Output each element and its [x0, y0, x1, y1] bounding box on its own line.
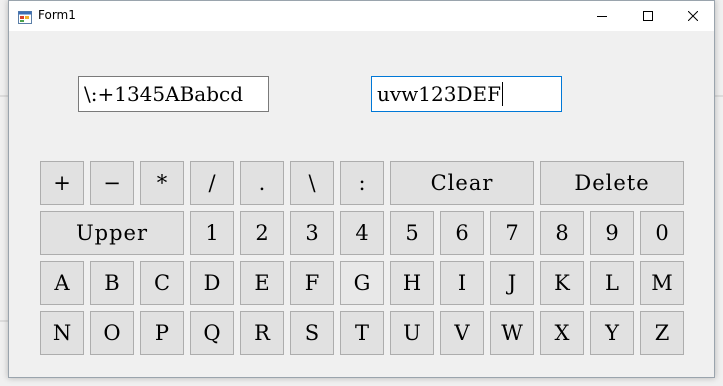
letter-h-key[interactable]: H: [390, 261, 434, 305]
dot-key[interactable]: .: [240, 161, 284, 205]
letter-p-key[interactable]: P: [140, 311, 184, 355]
minimize-icon: [597, 16, 607, 17]
letter-r-key[interactable]: R: [240, 311, 284, 355]
digit-8-key[interactable]: 8: [540, 211, 584, 255]
letter-j-key[interactable]: J: [490, 261, 534, 305]
letter-d-key[interactable]: D: [190, 261, 234, 305]
left-textbox[interactable]: \:+1345ABabcd: [78, 76, 269, 112]
plus-key[interactable]: +: [40, 161, 84, 205]
close-icon: [688, 11, 698, 21]
letter-l-key[interactable]: L: [590, 261, 634, 305]
text-caret: [501, 81, 503, 106]
background-strip: [715, 95, 723, 97]
left-textbox-value: \:+1345ABabcd: [84, 82, 244, 106]
right-textbox[interactable]: uvw123DEF: [371, 76, 562, 112]
window-title: Form1: [38, 8, 76, 22]
clear-button[interactable]: Clear: [390, 161, 534, 205]
letter-n-key[interactable]: N: [40, 311, 84, 355]
background-strip: [0, 320, 8, 322]
form-client-area: \:+1345ABabcd uvw123DEF + − * / . \ : Cl…: [9, 31, 714, 377]
letter-w-key[interactable]: W: [490, 311, 534, 355]
minus-key[interactable]: −: [90, 161, 134, 205]
colon-key[interactable]: :: [340, 161, 384, 205]
digit-4-key[interactable]: 4: [340, 211, 384, 255]
maximize-icon: [643, 11, 653, 21]
digit-7-key[interactable]: 7: [490, 211, 534, 255]
letter-t-key[interactable]: T: [340, 311, 384, 355]
digit-0-key[interactable]: 0: [640, 211, 684, 255]
background-strip: [0, 95, 8, 97]
title-bar[interactable]: Form1: [9, 1, 714, 31]
letter-c-key[interactable]: C: [140, 261, 184, 305]
minimize-button[interactable]: [579, 1, 625, 31]
letter-u-key[interactable]: U: [390, 311, 434, 355]
digit-1-key[interactable]: 1: [190, 211, 234, 255]
letter-y-key[interactable]: Y: [590, 311, 634, 355]
letter-o-key[interactable]: O: [90, 311, 134, 355]
form-window: Form1 \:+1345ABabcd uvw123DEF + − * / . …: [8, 0, 715, 378]
delete-button[interactable]: Delete: [540, 161, 684, 205]
letter-i-key[interactable]: I: [440, 261, 484, 305]
digit-6-key[interactable]: 6: [440, 211, 484, 255]
letter-e-key[interactable]: E: [240, 261, 284, 305]
digit-9-key[interactable]: 9: [590, 211, 634, 255]
letter-k-key[interactable]: K: [540, 261, 584, 305]
letter-s-key[interactable]: S: [290, 311, 334, 355]
letter-a-key[interactable]: A: [40, 261, 84, 305]
letter-g-key[interactable]: G: [340, 261, 384, 305]
multiply-key[interactable]: *: [140, 161, 184, 205]
divide-key[interactable]: /: [190, 161, 234, 205]
close-button[interactable]: [670, 1, 716, 31]
digit-2-key[interactable]: 2: [240, 211, 284, 255]
letter-x-key[interactable]: X: [540, 311, 584, 355]
letter-m-key[interactable]: M: [640, 261, 684, 305]
letter-q-key[interactable]: Q: [190, 311, 234, 355]
letter-f-key[interactable]: F: [290, 261, 334, 305]
right-textbox-value: uvw123DEF: [377, 82, 501, 106]
digit-3-key[interactable]: 3: [290, 211, 334, 255]
maximize-button[interactable]: [625, 1, 671, 31]
letter-b-key[interactable]: B: [90, 261, 134, 305]
letter-v-key[interactable]: V: [440, 311, 484, 355]
letter-z-key[interactable]: Z: [640, 311, 684, 355]
digit-5-key[interactable]: 5: [390, 211, 434, 255]
form-app-icon: [18, 9, 32, 24]
backslash-key[interactable]: \: [290, 161, 334, 205]
upper-button[interactable]: Upper: [40, 211, 184, 255]
